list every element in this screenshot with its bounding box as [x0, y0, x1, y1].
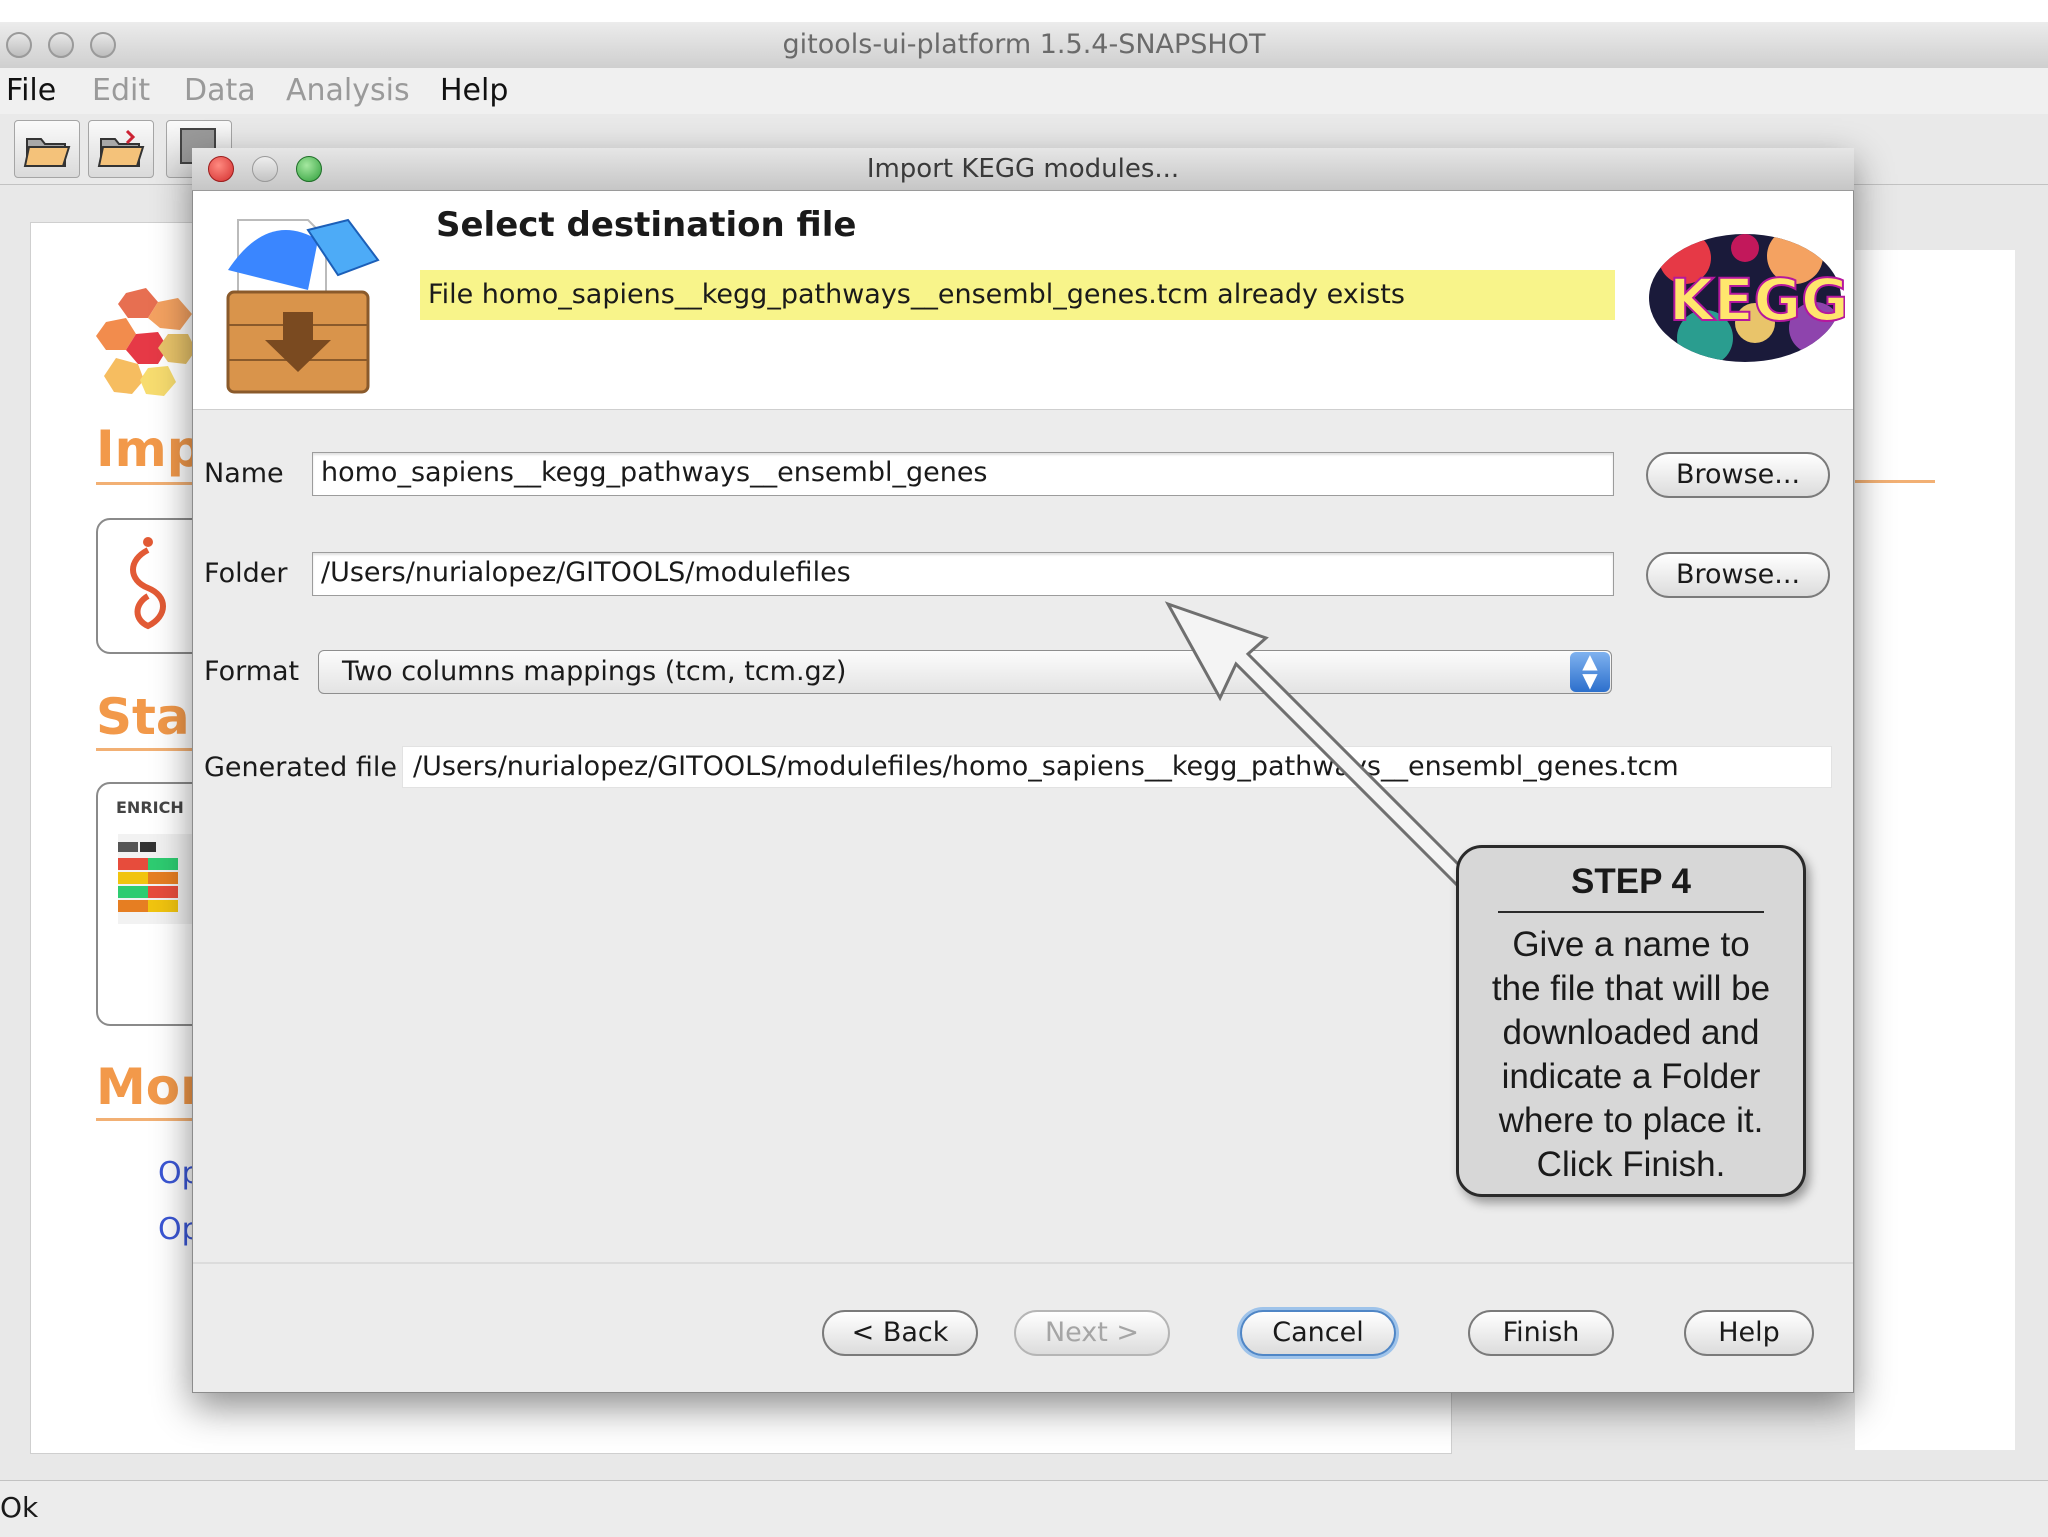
menu-file[interactable]: File [6, 70, 56, 112]
import-card-icon [130, 537, 166, 630]
import-box-icon [226, 218, 380, 394]
callout-line-6: Click Finish. [1536, 1145, 1726, 1184]
callout-line-2: the file that will be [1491, 969, 1771, 1008]
callout-divider [1498, 911, 1764, 913]
kegg-logo-icon: KEGG [1649, 234, 1845, 362]
import-section-heading: Imp [96, 420, 203, 478]
main-window-title: gitools-ui-platform 1.5.4-SNAPSHOT [782, 29, 1266, 60]
cancel-button[interactable]: Cancel [1240, 1310, 1396, 1356]
generated-file-value: /Users/nurialopez/GITOOLS/modulefiles/ho… [402, 746, 1832, 788]
format-selected-value: Two columns mappings (tcm, tcm.gz) [342, 656, 847, 687]
callout-line-5: where to place it. [1498, 1101, 1764, 1140]
help-button[interactable]: Help [1684, 1310, 1814, 1356]
section-divider-right [1855, 480, 1935, 483]
dialog-title: Import KEGG modules... [866, 154, 1180, 184]
menu-data[interactable]: Data [184, 70, 256, 112]
menu-analysis[interactable]: Analysis [286, 70, 410, 112]
start-section-divider [96, 748, 196, 751]
back-button[interactable]: < Back [822, 1310, 978, 1356]
open-folder-icon [23, 138, 71, 167]
warning-text: File homo_sapiens__kegg_pathways__ensemb… [428, 279, 1405, 310]
callout-arrow-icon [1164, 601, 1473, 889]
status-text: Ok [0, 1491, 39, 1524]
format-label: Format [204, 656, 300, 687]
generated-file-label: Generated file [204, 752, 397, 783]
kegg-logo-text: KEGG [1669, 266, 1845, 334]
gitools-logo-icon [96, 288, 196, 396]
name-label: Name [204, 458, 284, 489]
welcome-panel-right [1855, 250, 2015, 1450]
folder-label: Folder [204, 558, 288, 589]
footer-separator [193, 1262, 1853, 1264]
import-section-divider [96, 482, 196, 485]
folder-browse-button[interactable]: Browse... [1646, 552, 1830, 598]
save-folder-button[interactable] [88, 120, 154, 178]
more-section-heading: Mor [96, 1058, 205, 1116]
menu-edit[interactable]: Edit [92, 70, 150, 112]
format-dropdown-arrows-icon[interactable]: ▲ ▼ [1570, 651, 1610, 692]
status-bar [0, 1480, 2048, 1537]
name-field[interactable]: homo_sapiens__kegg_pathways__ensembl_gen… [312, 452, 1614, 496]
name-browse-button[interactable]: Browse... [1646, 452, 1830, 498]
next-button[interactable]: Next > [1014, 1310, 1170, 1356]
callout-line-1: Give a name to [1512, 925, 1750, 964]
callout-title: STEP 4 [1571, 862, 1691, 901]
menu-help[interactable]: Help [440, 70, 508, 112]
more-section-divider [96, 1118, 196, 1121]
finish-button[interactable]: Finish [1468, 1310, 1614, 1356]
callout-line-4: indicate a Folder [1501, 1057, 1761, 1096]
dialog-heading: Select destination file [436, 205, 857, 245]
save-folder-icon [97, 129, 145, 167]
analysis-card-label: ENRICH [116, 798, 184, 817]
open-folder-button[interactable] [14, 120, 80, 178]
callout-line-3: downloaded and [1502, 1013, 1760, 1052]
